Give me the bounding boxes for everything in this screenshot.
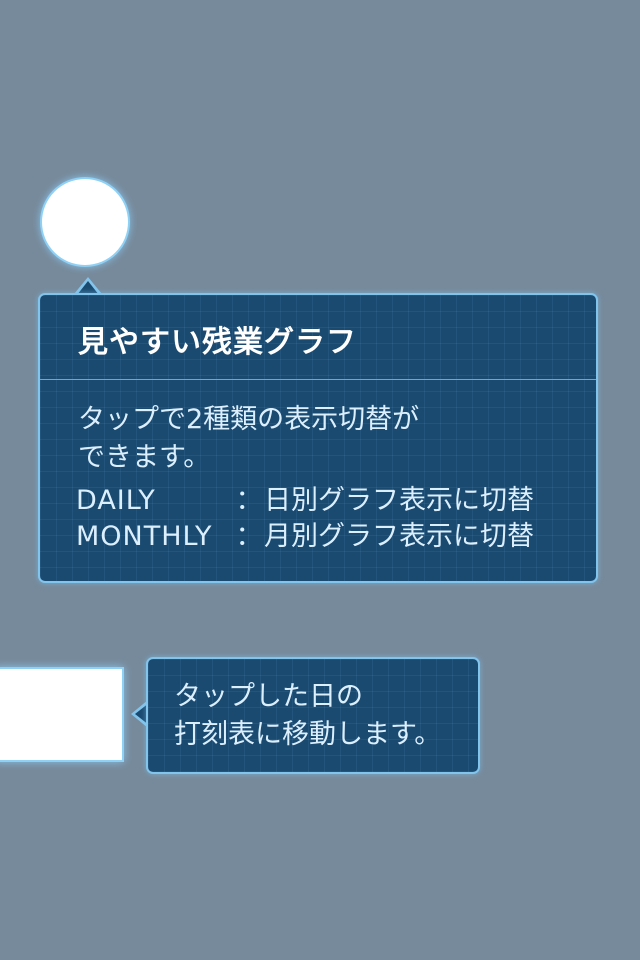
tip-body-line: タップで2種類の表示切替が (78, 404, 420, 435)
mode-separator: ： (235, 521, 263, 552)
spotlight-day-cell[interactable] (0, 669, 122, 760)
mode-description: 月別グラフ表示に切替 (264, 521, 534, 552)
tip-body-line: タップした日の (174, 681, 363, 712)
mode-separator: ： (235, 485, 263, 516)
tip-bubble-graph: 見やすい残業グラフ タップで2種類の表示切替が できます。 DAILY ： 日別… (38, 293, 598, 583)
mode-row-monthly: MONTHLY ： 月別グラフ表示に切替 (76, 519, 534, 555)
tip-body-line: できます。 (78, 442, 211, 473)
tip-title: 見やすい残業グラフ (78, 325, 357, 360)
tip-body-line: 打刻表に移動します。 (174, 719, 442, 750)
spotlight-graph-button[interactable] (42, 179, 128, 265)
tip-body: タップした日の 打刻表に移動します。 (174, 678, 441, 754)
mode-key: MONTHLY (76, 521, 213, 552)
mode-list: DAILY ： 日別グラフ表示に切替 MONTHLY ： 月別グラフ表示に切替 (76, 483, 534, 555)
tip-body: タップで2種類の表示切替が できます。 (78, 401, 419, 477)
mode-key: DAILY (76, 485, 156, 516)
tip-bubble-day: タップした日の 打刻表に移動します。 (146, 657, 480, 774)
mode-row-daily: DAILY ： 日別グラフ表示に切替 (76, 483, 534, 519)
mode-description: 日別グラフ表示に切替 (264, 485, 534, 516)
tip-divider (40, 379, 596, 380)
